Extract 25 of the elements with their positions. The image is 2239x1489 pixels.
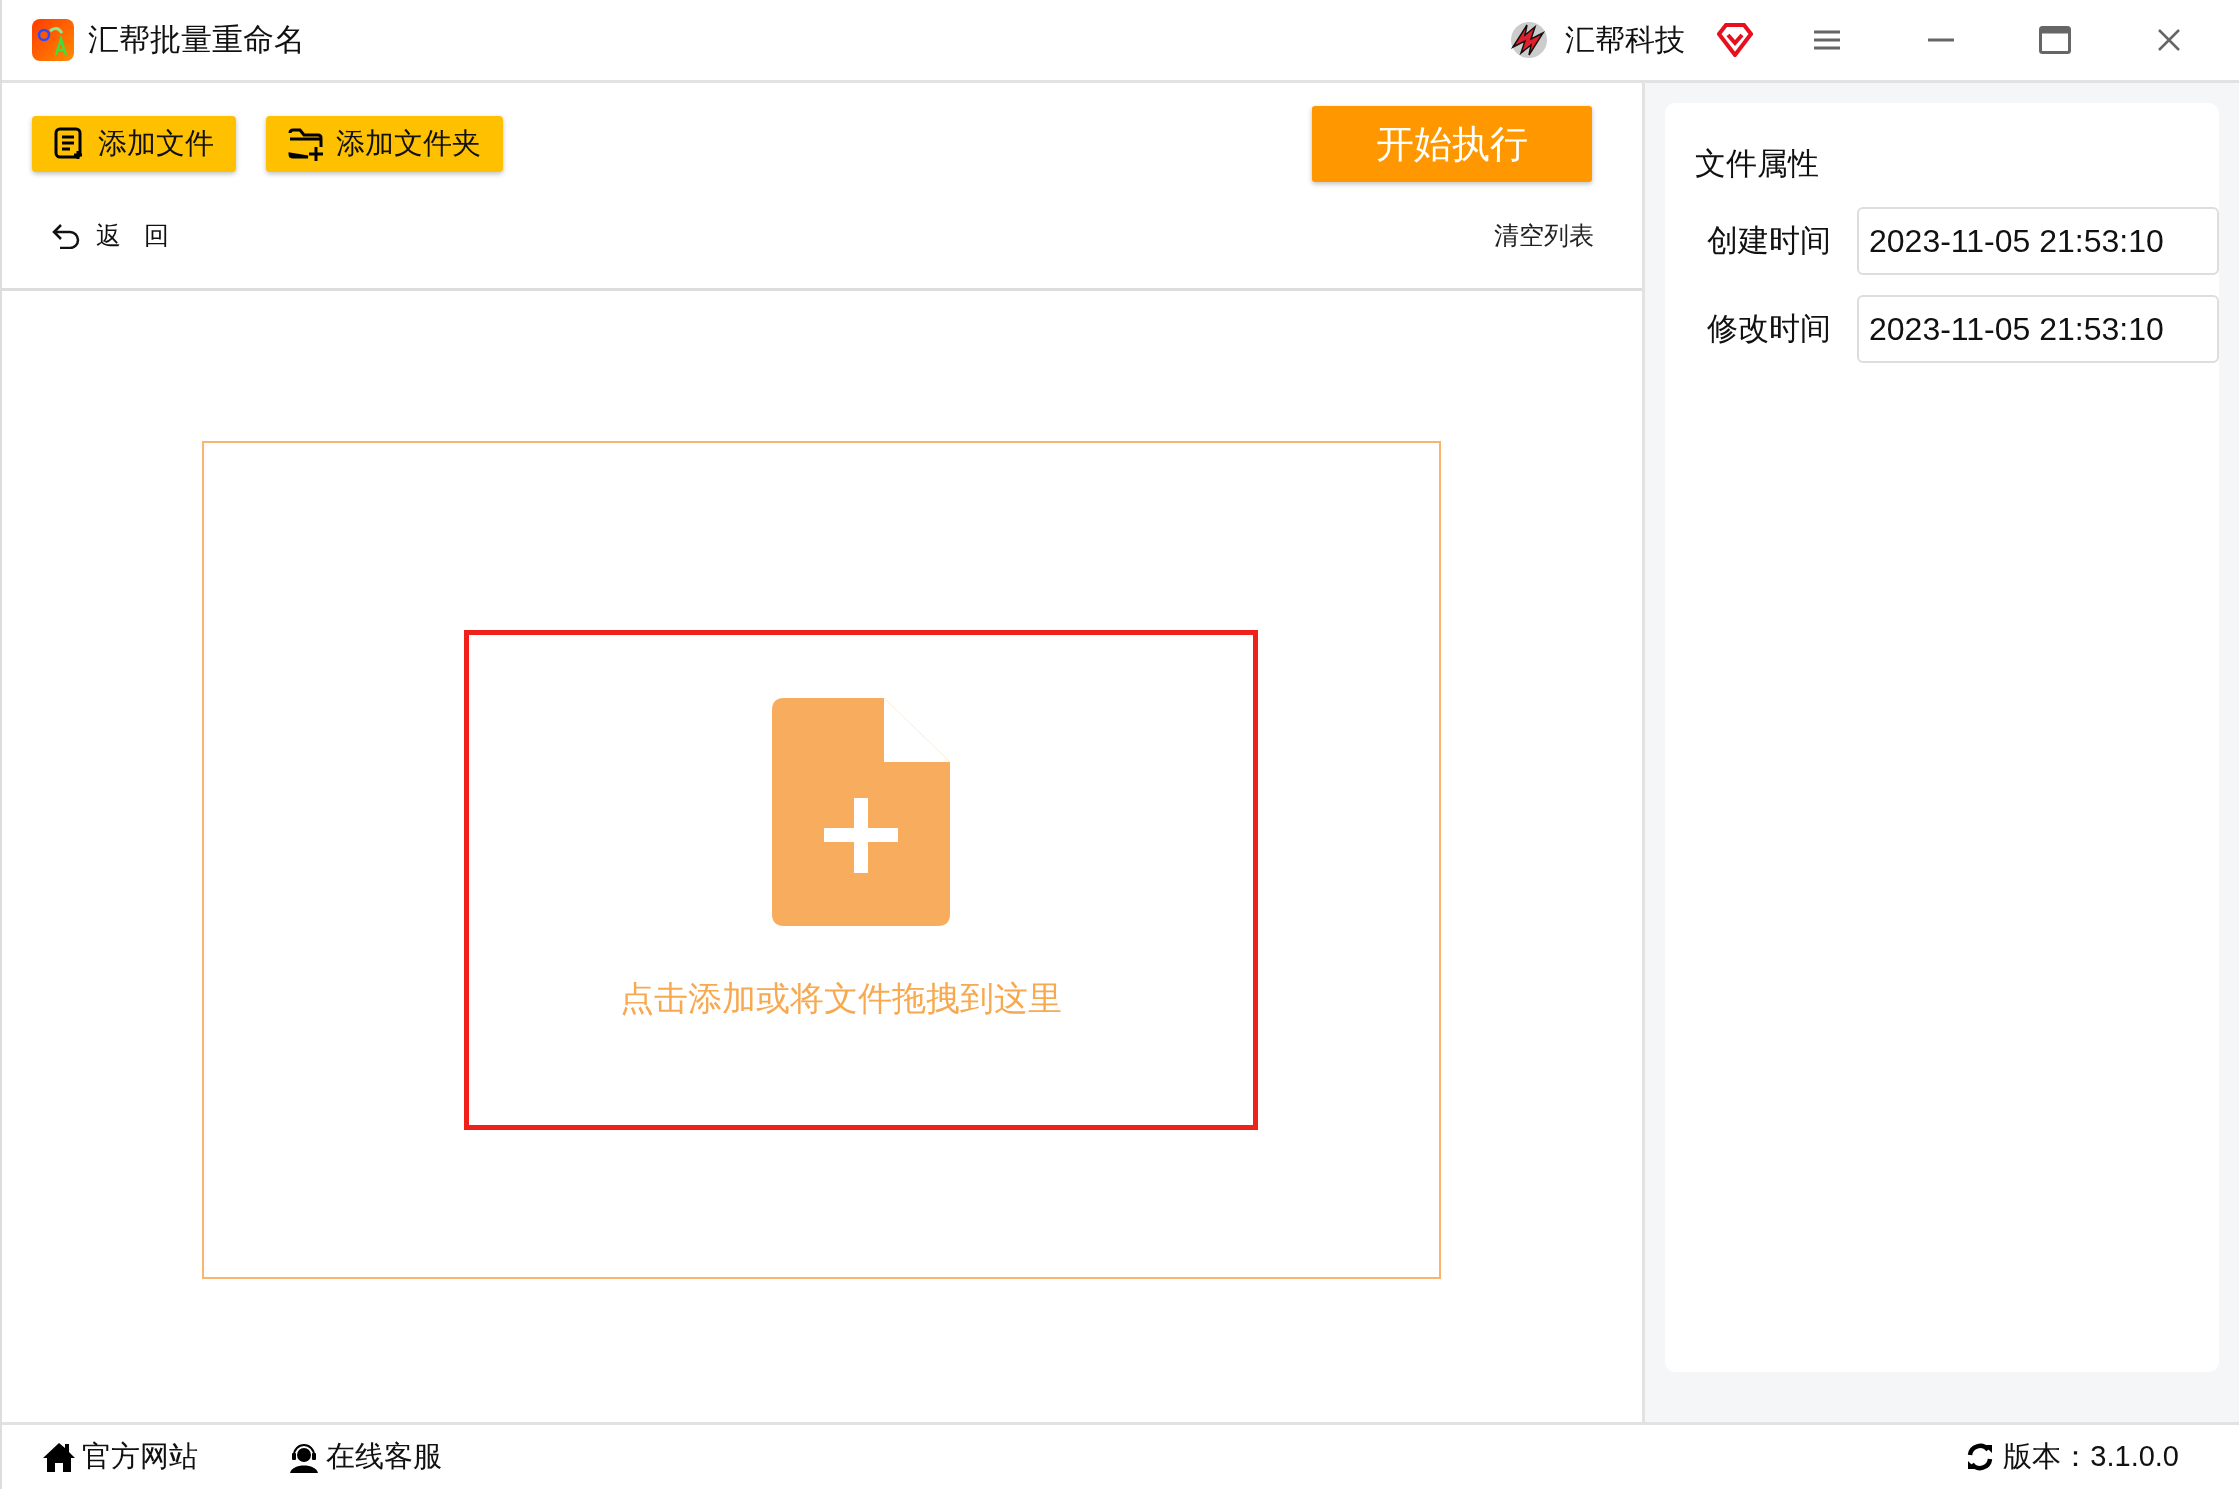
clear-list-button[interactable]: 清空列表 xyxy=(1488,218,1600,253)
support-link[interactable]: 在线客服 xyxy=(288,1437,442,1477)
folder-add-icon[interactable] xyxy=(288,127,324,161)
add-file-button[interactable]: 添加文件 xyxy=(32,116,236,172)
window-title: 汇帮批量重命名 xyxy=(88,21,305,59)
back-button[interactable]: 返回 xyxy=(52,219,191,252)
home-icon xyxy=(42,1441,76,1473)
version-label: 版本：3.1.0.0 xyxy=(2003,1439,2179,1474)
file-plus-icon xyxy=(772,698,950,926)
brand-name: 汇帮科技 xyxy=(1565,21,1685,58)
add-folder-button[interactable]: 添加文件夹 xyxy=(266,116,503,172)
maximize-icon[interactable] xyxy=(2039,26,2071,54)
headset-person-icon xyxy=(288,1441,320,1473)
time-field[interactable]: 2023-11-05 21:53:10 xyxy=(1857,207,2219,275)
panel-title: 文件属性 xyxy=(1695,145,1820,183)
close-icon[interactable] xyxy=(2158,29,2180,51)
minimize-icon[interactable] xyxy=(1928,38,1954,42)
app-logo-icon xyxy=(32,19,74,61)
field-label: 修改时间 xyxy=(1707,310,1832,348)
diamond-icon[interactable] xyxy=(1717,23,1753,57)
time-field[interactable]: 2023-11-05 21:53:10 xyxy=(1857,295,2219,363)
back-arrow-icon[interactable] xyxy=(52,222,82,249)
menu-icon[interactable] xyxy=(1814,29,1840,51)
field-label: 创建时间 xyxy=(1707,222,1832,260)
website-link[interactable]: 官方网站 xyxy=(42,1437,198,1477)
